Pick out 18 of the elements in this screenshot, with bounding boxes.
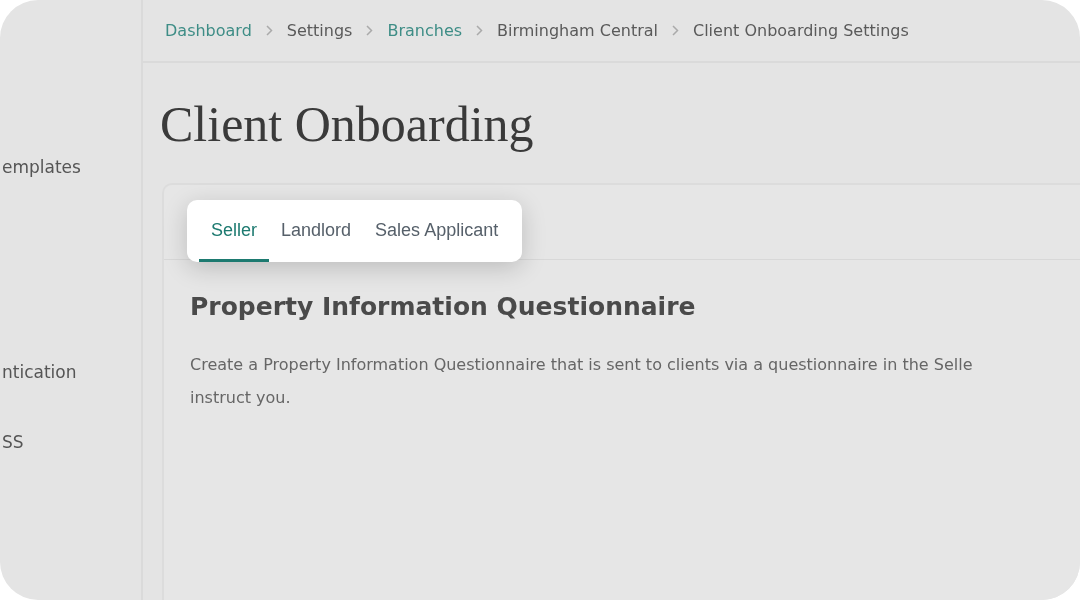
tab[interactable]: Sales Applicant: [363, 200, 511, 262]
chevron-icon: [476, 25, 484, 36]
tab[interactable]: Landlord: [269, 200, 364, 262]
breadcrumb-item: Settings: [286, 19, 353, 42]
chevron-icon: [366, 25, 374, 36]
chevron-icon: [672, 25, 679, 36]
description-text: instruct you.: [190, 387, 292, 409]
tab[interactable]: Seller: [199, 200, 270, 262]
breadcrumb-link[interactable]: Branches: [387, 18, 463, 43]
section-heading: Property Information Questionnaire: [190, 292, 697, 322]
breadcrumb-item: Birmingham Central: [497, 19, 658, 42]
sidebar-item[interactable]: SS: [2, 430, 24, 456]
sidebar-item[interactable]: ntication: [2, 360, 77, 386]
sidebar-item[interactable]: emplates: [2, 155, 81, 181]
chevron-icon: [265, 25, 273, 36]
description-text: Create a Property Information Questionnaire that is sent to clients via a questionnaire in the Selle: [190, 354, 974, 376]
breadcrumb-item: Client Onboarding Settings: [693, 19, 909, 42]
breadcrumb-link[interactable]: Dashboard: [165, 18, 252, 43]
